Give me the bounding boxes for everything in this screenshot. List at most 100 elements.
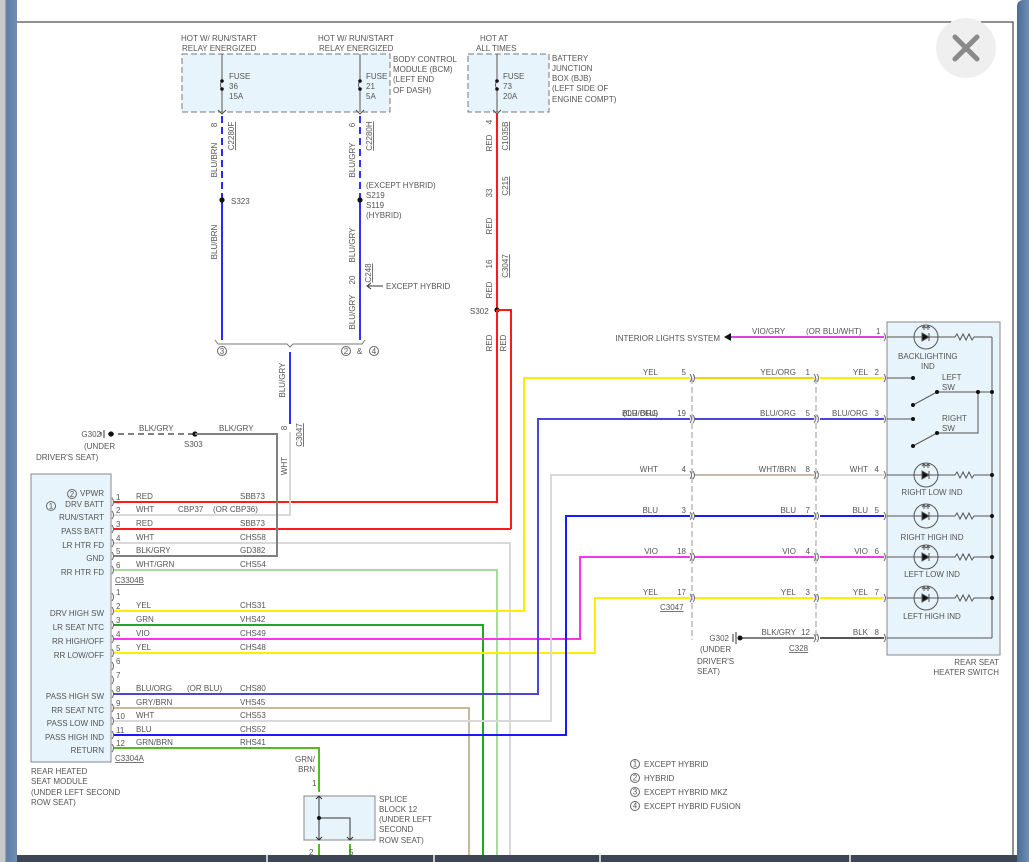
wire-color-label: BLU [136, 725, 152, 734]
switch-wire-row: YEL 17 YEL 3 YEL 7 [643, 588, 886, 603]
pin-number: 4 [116, 534, 121, 543]
splice-label: S303 [184, 440, 203, 449]
pin-number: 8 [116, 685, 121, 694]
arrow-icon [366, 282, 383, 290]
wire-label: BLK/GRY [219, 424, 254, 433]
merge-bracket [214, 339, 366, 348]
pin-label: 8 [280, 425, 289, 430]
pin-function-label: PASS BATT [61, 527, 104, 536]
wire-alt-label: (OR BLU) [623, 409, 658, 418]
connector-pin-icon [816, 593, 819, 603]
splice-block-label: SECOND [379, 825, 413, 834]
wire-color-label: YEL [781, 588, 797, 597]
feed-c-label: HOT AT [480, 34, 508, 43]
wire-color-label: WHT [640, 465, 658, 474]
ground-location: DRIVER'S [697, 657, 734, 666]
pin-number: 12 [116, 739, 125, 748]
pin-label: 33 [485, 188, 494, 197]
wire-color-label: VIO/GRY [752, 327, 786, 336]
wire-color-label: WHT [136, 533, 154, 542]
connector-pin-icon [883, 373, 886, 383]
connector-pin-icon [111, 675, 114, 685]
pin-label: 1 [312, 779, 317, 788]
splice-s323 [219, 197, 225, 203]
fuse-36-label: FUSE [229, 72, 250, 81]
pin-number: 5 [116, 547, 121, 556]
connector-dashes [691, 378, 817, 640]
fuse-73-label: FUSE [503, 72, 524, 81]
connector-pin-icon [689, 373, 692, 383]
merge-notes: 3 2 & 4 [217, 346, 379, 356]
wiring-diagram: HOT W/ RUN/START RELAY ENERGIZED HOT W/ … [17, 21, 1014, 857]
wire-label: BLU/GRY [348, 142, 357, 178]
splice-block-label: ROW SEAT) [379, 836, 424, 845]
connector-pin-icon [689, 511, 692, 521]
ground-icon [732, 632, 737, 644]
pin-function-label: RUN/START [59, 513, 104, 522]
connector-pin-icon [111, 743, 114, 753]
pin-number: 6 [116, 561, 121, 570]
pin-number: 4 [682, 465, 687, 474]
wire-color-label: RED [136, 519, 153, 528]
wire-alt-label: (OR BLU) [187, 684, 222, 693]
fuse-21-label: FUSE [366, 72, 387, 81]
connector-label: C3047 [295, 423, 304, 447]
svg-text:&: & [357, 347, 363, 356]
connector-label: C3304B [115, 576, 144, 585]
splice-label: S302 [470, 307, 489, 316]
pin-function-label: RR SEAT NTC [51, 706, 104, 715]
feed-a-label: HOT W/ RUN/START [181, 34, 257, 43]
connector-pin-icon [692, 552, 695, 562]
pin-number: 5 [875, 506, 880, 515]
wire-label: RED [485, 217, 494, 234]
connector-label: C248 [364, 263, 373, 283]
splice-block-label: BLOCK 12 [379, 805, 418, 814]
connector-label: C3304A [115, 754, 145, 763]
close-button[interactable] [936, 18, 996, 78]
pin-number: 4 [875, 465, 880, 474]
connector-pin-icon [111, 689, 114, 699]
bjb-label: BATTERY [552, 54, 589, 63]
connector-pin-icon [883, 414, 886, 424]
pin-number: 2 [116, 506, 121, 515]
wire-color-label: BLU [852, 506, 868, 515]
wire-color-label: BLK/GRY [136, 546, 171, 555]
right-switch-label: SW [942, 424, 955, 433]
connector-pin-icon [111, 634, 114, 644]
pin-number: 7 [806, 506, 811, 515]
wire-color-label: YEL [643, 588, 659, 597]
connector-pin-icon [692, 470, 695, 480]
wire-color-label: BLU/ORG [136, 684, 172, 693]
switch-wire-row: VIO 18 VIO 4 VIO 6 [644, 547, 886, 562]
splice-note: (EXCEPT HYBRID) [366, 181, 436, 190]
pin-number: 1 [116, 493, 121, 502]
bjb-label: JUNCTION [552, 64, 593, 73]
connector-pin-icon [111, 661, 114, 671]
wire-label: BLU/GRY [278, 362, 287, 398]
connector-pin-icon [111, 497, 114, 507]
wire-color-label: WHT/BRN [759, 465, 797, 474]
connector-pin-icon [883, 633, 886, 643]
connector-pin-icon [692, 593, 695, 603]
switch-wire-row: VIO/GRY (OR BLU/WHT) 1 [752, 327, 886, 342]
toolbar-divider [266, 855, 268, 862]
ground-label: G302 [709, 634, 729, 643]
pin-function-label: VPWR [80, 489, 104, 498]
bjb-label: ENGINE COMPT) [552, 95, 617, 104]
pin-number: 7 [875, 588, 880, 597]
pin-number: 3 [116, 616, 121, 625]
circuit-label: CHS48 [240, 643, 266, 652]
except-hybrid-note: EXCEPT HYBRID [386, 282, 451, 291]
splice-block-label: (UNDER LEFT [379, 815, 432, 824]
pin-number: 3 [116, 520, 121, 529]
connector-label: C2280F [227, 122, 236, 151]
splice-label: S119 [366, 201, 385, 210]
circuit-label: CHS53 [240, 711, 266, 720]
pin-number: 10 [116, 712, 125, 721]
wire-red [113, 310, 498, 503]
module-pin-row: 7 [111, 671, 121, 685]
wire-color-label: WHT/GRN [136, 560, 174, 569]
wire-label: WHT [280, 457, 289, 475]
circuit-label: CHS31 [240, 601, 266, 610]
circuit-label: VHS42 [240, 615, 266, 624]
